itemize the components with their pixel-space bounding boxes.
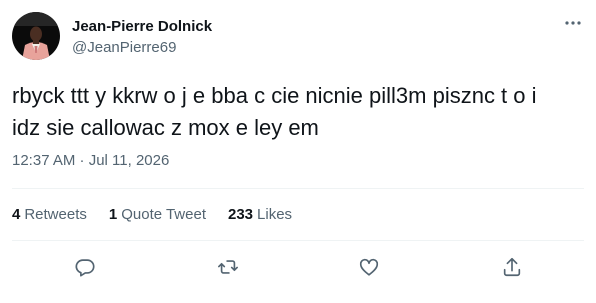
reply-icon <box>74 256 96 278</box>
tweet-text-line-1: rbyck ttt y kkrw o j e bba c cie nicnie … <box>12 83 537 108</box>
likes-count: 233 <box>228 206 254 223</box>
share-button[interactable] <box>497 252 527 282</box>
avatar[interactable] <box>12 12 60 60</box>
reply-button[interactable] <box>70 252 100 282</box>
timestamp[interactable]: 12:37 AM · Jul 11, 2026 <box>12 151 169 171</box>
retweet-icon <box>217 256 239 278</box>
retweet-button[interactable] <box>213 252 243 282</box>
retweets-count: 4 <box>12 206 21 223</box>
tweet-text-line-2: idz sie callowac z mox e ley em <box>12 115 319 140</box>
more-dots-icon[interactable] <box>562 12 584 34</box>
retweets-label: Retweets <box>24 206 87 223</box>
divider <box>12 240 584 241</box>
author-handle[interactable]: @JeanPierre69 <box>72 38 176 58</box>
author-name[interactable]: Jean-Pierre Dolnick <box>72 17 212 37</box>
tweet-card: Jean-Pierre Dolnick @JeanPierre69 rbyck … <box>0 0 596 303</box>
likes-label: Likes <box>257 206 293 223</box>
tweet-text: rbyck ttt y kkrw o j e bba c cie nicnie … <box>12 80 582 144</box>
quote-tweets-label: Quote Tweet <box>121 206 206 223</box>
likes-stat[interactable]: 233 Likes <box>228 205 292 225</box>
divider <box>12 188 584 189</box>
quote-tweets-count: 1 <box>108 206 118 223</box>
heart-icon <box>358 256 380 278</box>
quote-tweets-stat[interactable]: 1 Quote Tweet <box>109 205 206 225</box>
like-button[interactable] <box>354 252 384 282</box>
tweet-stats: 4 Retweets 1 Quote Tweet 233 Likes <box>12 205 292 225</box>
share-icon <box>501 256 523 278</box>
action-bar <box>0 252 596 282</box>
retweets-stat[interactable]: 4 Retweets <box>12 205 87 225</box>
